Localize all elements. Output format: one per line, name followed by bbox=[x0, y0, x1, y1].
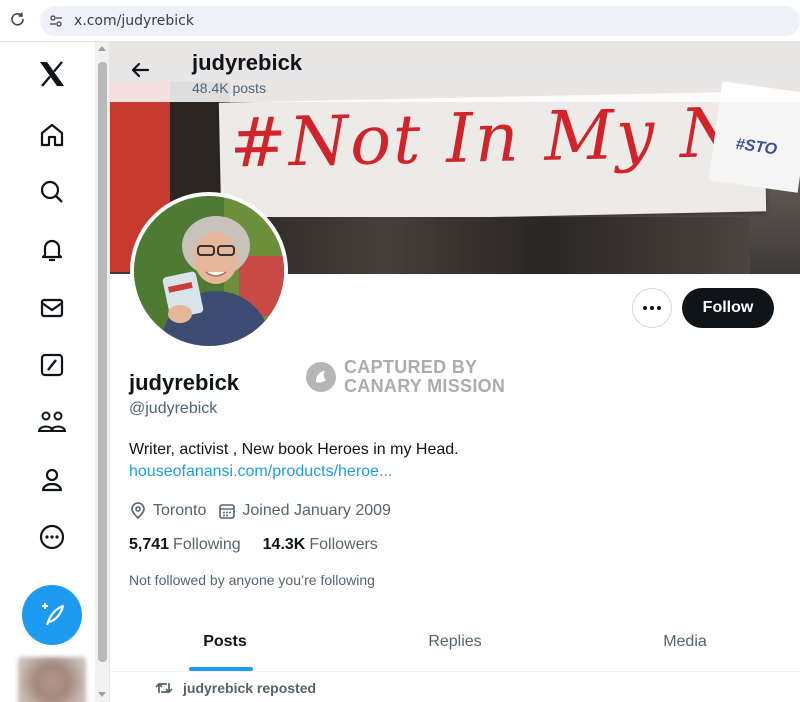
tab-posts[interactable]: Posts bbox=[110, 612, 340, 671]
followers-label: Followers bbox=[309, 536, 378, 553]
follow-stats: 5,741 Following 14.3K Followers bbox=[129, 536, 400, 554]
home-icon[interactable] bbox=[34, 117, 70, 153]
follow-button[interactable]: Follow bbox=[682, 288, 774, 328]
feather-plus-icon bbox=[42, 603, 65, 626]
account-avatar[interactable] bbox=[18, 657, 86, 702]
scroll-up-arrow-icon[interactable] bbox=[98, 46, 106, 51]
sidebar-nav bbox=[0, 42, 95, 702]
repost-icon bbox=[155, 682, 173, 694]
profile-photo[interactable] bbox=[130, 192, 288, 350]
messages-icon[interactable] bbox=[34, 290, 70, 326]
location-text: Toronto bbox=[153, 502, 207, 519]
following-count: 5,741 bbox=[129, 536, 170, 553]
following-label: Following bbox=[173, 536, 241, 553]
communities-icon[interactable] bbox=[34, 404, 70, 440]
scroll-down-arrow-icon[interactable] bbox=[98, 692, 106, 697]
profile-main: #Not In My Name #STO judyrebick 48.4K po… bbox=[110, 42, 800, 702]
not-followed-note: Not followed by anyone you’re following bbox=[129, 572, 375, 588]
location-pin-icon bbox=[131, 502, 145, 520]
display-name: judyrebick bbox=[129, 370, 240, 395]
banner-crowd bbox=[230, 217, 750, 274]
join-date-text: Joined January 2009 bbox=[242, 502, 391, 519]
tab-media-label: Media bbox=[663, 632, 707, 650]
watermark-line1: CAPTURED BY bbox=[344, 357, 478, 377]
scrollbar[interactable] bbox=[95, 42, 110, 702]
profile-icon[interactable] bbox=[34, 462, 70, 498]
ellipsis-icon bbox=[643, 306, 661, 310]
grok-icon[interactable] bbox=[34, 347, 70, 383]
location: Toronto bbox=[129, 502, 206, 520]
tab-media[interactable]: Media bbox=[570, 612, 800, 671]
compose-post-button[interactable] bbox=[22, 585, 82, 645]
active-tab-indicator bbox=[189, 667, 253, 671]
more-options-button[interactable] bbox=[632, 288, 672, 328]
repost-indicator: judyrebick reposted bbox=[155, 680, 316, 696]
following-link[interactable]: 5,741 Following bbox=[129, 536, 241, 554]
repost-text[interactable]: judyrebick reposted bbox=[183, 680, 316, 696]
join-date: Joined January 2009 bbox=[218, 502, 391, 520]
search-icon[interactable] bbox=[34, 174, 70, 210]
url-text[interactable]: x.com/judyrebick bbox=[74, 13, 194, 29]
tab-replies[interactable]: Replies bbox=[340, 612, 570, 671]
followers-link[interactable]: 14.3K Followers bbox=[263, 536, 378, 554]
profile-tabs: Posts Replies Media bbox=[110, 612, 800, 672]
browser-toolbar: x.com/judyrebick bbox=[0, 0, 800, 42]
user-handle: @judyrebick bbox=[129, 400, 218, 417]
canary-logo-icon bbox=[306, 362, 336, 392]
header-posts-count: 48.4K posts bbox=[192, 80, 266, 96]
profile-top-header: judyrebick 48.4K posts bbox=[110, 42, 800, 102]
tab-replies-label: Replies bbox=[428, 632, 482, 650]
header-name: judyrebick bbox=[192, 50, 303, 75]
reload-icon[interactable] bbox=[8, 10, 28, 30]
followers-count: 14.3K bbox=[262, 536, 306, 553]
address-bar[interactable]: x.com/judyrebick bbox=[40, 6, 800, 36]
banner-side-sign-text: #STO bbox=[734, 135, 779, 159]
watermark-line2: CANARY MISSION bbox=[344, 376, 506, 396]
profile-photo-image bbox=[134, 196, 284, 346]
more-icon[interactable] bbox=[34, 519, 70, 555]
site-settings-icon[interactable] bbox=[48, 13, 64, 29]
profile-bio: Writer, activist , New book Heroes in my… bbox=[129, 441, 459, 458]
profile-website-link[interactable]: houseofanansi.com/products/heroe... bbox=[129, 463, 392, 481]
back-arrow-icon[interactable] bbox=[128, 58, 152, 82]
tab-posts-label: Posts bbox=[203, 632, 247, 650]
calendar-icon bbox=[219, 504, 236, 519]
notifications-icon[interactable] bbox=[34, 232, 70, 268]
banner-sign: #Not In My Name bbox=[218, 91, 800, 223]
watermark: CAPTURED BY CANARY MISSION bbox=[306, 358, 516, 398]
scrollbar-thumb[interactable] bbox=[98, 62, 107, 662]
x-logo-icon[interactable] bbox=[34, 56, 70, 92]
profile-meta: Toronto Joined January 2009 bbox=[129, 500, 403, 522]
